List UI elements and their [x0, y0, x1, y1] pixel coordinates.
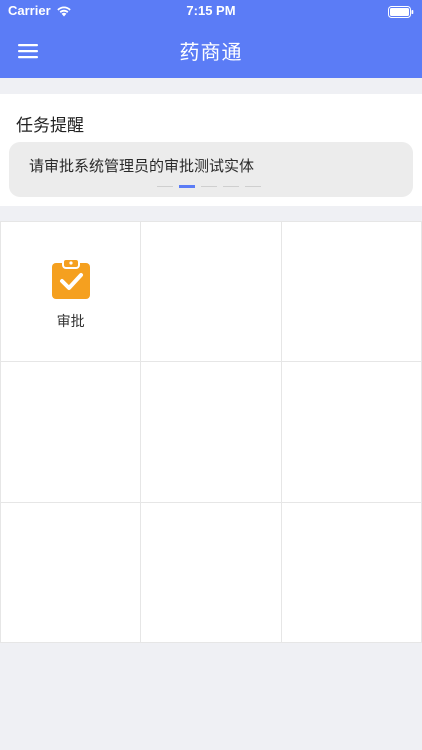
status-time: 7:15 PM [186, 3, 236, 18]
task-reminder-card[interactable]: 请审批系统管理员的审批测试实体 [9, 142, 413, 197]
task-reminder-section: 任务提醒 请审批系统管理员的审批测试实体 [0, 94, 422, 206]
page-dot[interactable] [157, 185, 173, 187]
page-dot[interactable] [245, 185, 261, 187]
page-dot[interactable] [201, 185, 217, 187]
battery-icon [388, 6, 414, 18]
grid-item-approval[interactable]: 审批 [1, 222, 142, 363]
status-bar: Carrier 7:15 PM [0, 0, 422, 24]
task-reminder-title: 任务提醒 [16, 116, 84, 136]
app-header: Carrier 7:15 PM 药商通 [0, 0, 422, 78]
nav-bar: 药商通 [0, 24, 422, 78]
grid-cell-empty [281, 222, 422, 363]
page-title: 药商通 [179, 40, 243, 64]
grid-cell-empty [141, 502, 282, 643]
feature-grid: 审批 [0, 221, 422, 643]
clipboard-check-icon [52, 258, 90, 299]
page-indicator [157, 184, 261, 188]
grid-cell-empty [1, 362, 142, 503]
page-dot[interactable] [223, 185, 239, 187]
task-reminder-message: 请审批系统管理员的审批测试实体 [29, 157, 255, 175]
page-dot-active[interactable] [179, 184, 195, 188]
grid-cell-empty [141, 222, 282, 363]
grid-cell-empty [141, 362, 282, 503]
grid-item-label: 审批 [56, 314, 85, 330]
grid-cell-empty [1, 502, 142, 643]
grid-cell-empty [281, 502, 422, 643]
grid-cell-empty [281, 362, 422, 503]
